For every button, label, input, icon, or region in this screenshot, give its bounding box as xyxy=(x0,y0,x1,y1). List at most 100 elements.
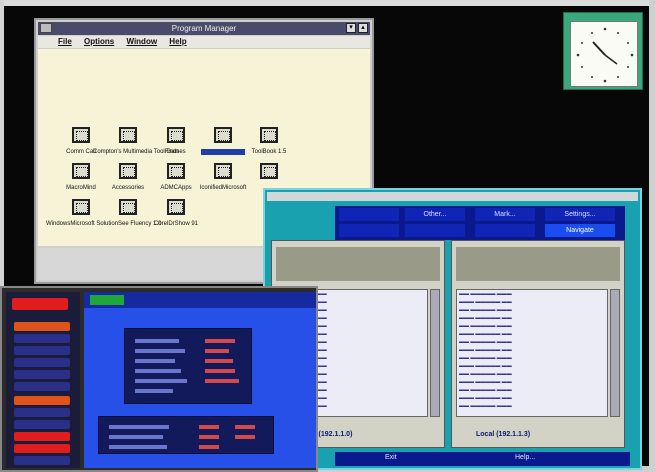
dos-text-line xyxy=(235,425,255,429)
list-item[interactable]: ▬▬▬ ▬▬▬▬▬ ▬▬ xyxy=(457,330,607,338)
dos-text-line xyxy=(135,359,175,363)
command-button[interactable] xyxy=(339,208,399,221)
program-group-label: Accessories xyxy=(111,185,145,191)
right-file-panel[interactable]: ▬▬ ▬▬▬▬▬ ▬▬▬ ▬▬▬ ▬▬▬▬▬ ▬▬ ▬▬ ▬▬▬▬▬ ▬▬▬ ▬… xyxy=(451,240,625,448)
dos-menu-header[interactable] xyxy=(12,298,68,310)
other-button[interactable]: Other... xyxy=(405,208,465,221)
dos-menu-item[interactable] xyxy=(14,370,70,379)
list-item[interactable]: ▬▬ ▬▬▬▬▬ ▬▬▬ xyxy=(457,354,607,362)
help-button[interactable]: Help... xyxy=(515,454,535,461)
dos-menu-item[interactable] xyxy=(14,396,70,405)
dos-menu-item[interactable] xyxy=(14,420,70,429)
program-group-label: MacroMind xyxy=(66,185,96,191)
list-item[interactable]: ▬▬ ▬▬▬▬▬ ▬▬▬ xyxy=(457,338,607,346)
exit-button[interactable]: Exit xyxy=(385,454,397,461)
menu-options[interactable]: Options xyxy=(84,37,114,46)
list-item[interactable]: ▬▬ ▬▬▬▬▬ ▬▬▬ xyxy=(457,370,607,378)
maximize-button[interactable]: ▴ xyxy=(358,23,368,33)
command-button-bar: Other... Mark... Settings... Navigate xyxy=(335,206,625,240)
command-button[interactable] xyxy=(475,224,535,237)
program-group-icon-glyph xyxy=(167,163,185,179)
right-panel-info xyxy=(456,247,620,281)
dos-menu-item[interactable] xyxy=(14,358,70,367)
list-item[interactable]: ▬▬ ▬▬▬▬▬ ▬▬▬ xyxy=(457,290,607,298)
list-item[interactable]: ▬▬▬ ▬▬▬▬▬ ▬▬ xyxy=(457,394,607,402)
screen-frame-right xyxy=(649,0,655,472)
list-item[interactable]: ▬▬▬ ▬▬▬▬▬ ▬▬ xyxy=(457,346,607,354)
list-item[interactable]: ▬▬ ▬▬▬▬▬ ▬▬▬ xyxy=(457,322,607,330)
program-manager-titlebar[interactable]: Program Manager ▾ ▴ xyxy=(38,22,370,35)
minimize-button[interactable]: ▾ xyxy=(346,23,356,33)
program-group-label: Comm Call xyxy=(66,149,96,155)
dos-text-line xyxy=(199,445,219,449)
list-item[interactable]: ▬▬ ▬▬▬▬▬ ▬▬▬ xyxy=(457,386,607,394)
program-group-icon-glyph xyxy=(72,163,90,179)
navigate-button[interactable]: Navigate xyxy=(545,224,615,237)
dos-text-line xyxy=(205,339,235,343)
settings-button[interactable]: Settings... xyxy=(545,208,615,221)
left-panel-info xyxy=(276,247,440,281)
program-group-icon[interactable]: CorelDrShow 91 xyxy=(141,199,211,227)
command-button[interactable] xyxy=(339,224,399,237)
dos-text-line xyxy=(205,369,235,373)
dos-tab-active[interactable] xyxy=(90,295,124,305)
menu-window[interactable]: Window xyxy=(126,37,157,46)
dos-text-line xyxy=(199,425,219,429)
dos-text-line xyxy=(135,369,181,373)
dos-menu-item[interactable] xyxy=(14,432,70,441)
program-group-label: Games xyxy=(166,149,186,155)
dos-application-window[interactable] xyxy=(0,286,318,472)
system-menu-icon[interactable] xyxy=(40,23,52,33)
dos-menu-item[interactable] xyxy=(14,444,70,453)
dos-main-panel xyxy=(84,292,316,468)
dos-menu-item[interactable] xyxy=(14,382,70,391)
right-panel-footer: Local (192.1.1.3) xyxy=(476,431,531,438)
dos-menu-item[interactable] xyxy=(14,408,70,417)
dos-text-line xyxy=(235,435,255,439)
dos-text-line xyxy=(135,379,187,383)
program-group-icon-glyph xyxy=(167,127,185,143)
list-item[interactable]: ▬▬▬ ▬▬▬▬▬ ▬▬ xyxy=(457,314,607,322)
mark-button[interactable]: Mark... xyxy=(475,208,535,221)
program-group-icon-glyph xyxy=(119,199,137,215)
right-file-list[interactable]: ▬▬ ▬▬▬▬▬ ▬▬▬ ▬▬▬ ▬▬▬▬▬ ▬▬ ▬▬ ▬▬▬▬▬ ▬▬▬ ▬… xyxy=(456,289,608,417)
file-manager-window[interactable]: Other... Mark... Settings... Navigate ▬▬… xyxy=(263,188,642,470)
dos-menu-item[interactable] xyxy=(14,346,70,355)
dos-menu-item[interactable] xyxy=(14,322,70,331)
screen-frame-top xyxy=(0,0,655,6)
dos-menu-item[interactable] xyxy=(14,456,70,465)
list-item[interactable]: ▬▬ ▬▬▬▬▬ ▬▬▬ xyxy=(457,306,607,314)
clock-face xyxy=(570,21,638,87)
right-panel-scrollbar[interactable] xyxy=(610,289,620,417)
bottom-command-bar: Exit Help... xyxy=(335,452,630,466)
dos-text-line xyxy=(205,349,229,353)
command-button[interactable] xyxy=(405,224,465,237)
program-group-label: ToolBook 1.5 xyxy=(251,149,287,155)
program-group-icon[interactable]: ToolBook 1.5 xyxy=(234,127,304,155)
dos-text-line xyxy=(199,435,219,439)
dos-menu-item[interactable] xyxy=(14,334,70,343)
menu-bar: File Options Window Help xyxy=(38,36,370,48)
program-group-icon[interactable] xyxy=(234,163,304,191)
program-group-icon-glyph xyxy=(167,199,185,215)
dos-text-line xyxy=(109,425,169,429)
dos-text-line xyxy=(205,359,233,363)
menu-help[interactable]: Help xyxy=(169,37,186,46)
file-manager-titlebar[interactable] xyxy=(267,192,638,201)
list-item[interactable]: ▬▬▬ ▬▬▬▬▬ ▬▬ xyxy=(457,362,607,370)
menu-file[interactable]: File xyxy=(58,37,72,46)
program-group-icon-glyph xyxy=(72,127,90,143)
dos-status-box xyxy=(98,416,274,454)
list-item[interactable]: ▬▬ ▬▬▬▬▬ ▬▬▬ xyxy=(457,402,607,410)
list-item[interactable]: ▬▬▬ ▬▬▬▬▬ ▬▬ xyxy=(457,378,607,386)
dos-tab-bar xyxy=(84,292,316,308)
program-group-label: CorelDrShow 91 xyxy=(153,221,199,227)
program-group-icon-glyph xyxy=(214,163,232,179)
dos-text-line xyxy=(205,379,239,383)
list-item[interactable]: ▬▬▬ ▬▬▬▬▬ ▬▬ xyxy=(457,298,607,306)
program-group-icon-glyph xyxy=(119,127,137,143)
dos-info-box xyxy=(124,328,252,404)
dos-text-line xyxy=(109,445,167,449)
left-panel-scrollbar[interactable] xyxy=(430,289,440,417)
clock-window[interactable] xyxy=(563,12,643,90)
